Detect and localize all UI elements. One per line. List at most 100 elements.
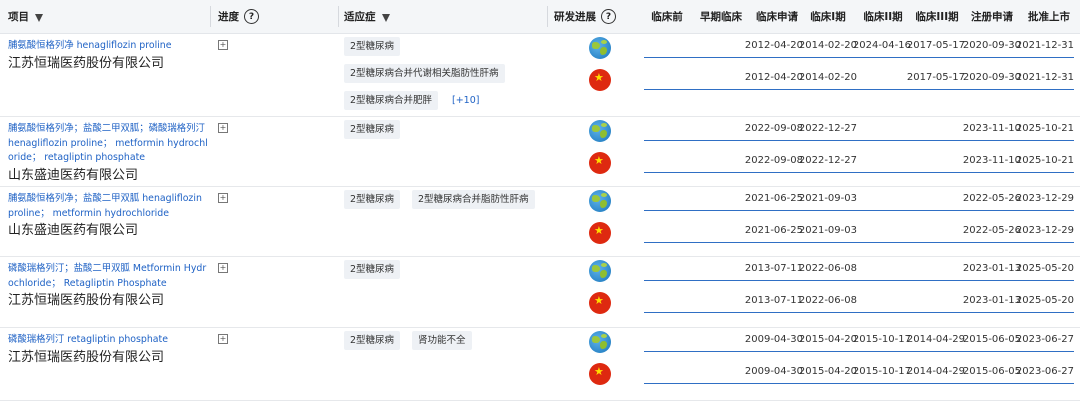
phase-date: 2009-04-30 [744, 334, 803, 345]
phase-date: 2022-12-27 [798, 155, 857, 166]
indication-tag[interactable]: 2型糖尿病 [344, 331, 401, 350]
phase-date: 2021-09-03 [798, 193, 857, 204]
phase-date: 2017-05-17 [906, 72, 965, 83]
phase-date: 2021-06-25 [744, 225, 803, 236]
column-divider[interactable] [210, 6, 211, 27]
china-flag-icon: ★ [589, 69, 611, 91]
project-cell: 磷酸瑞格列汀；盐酸二甲双胍 Metformin Hydrochloride； R… [8, 262, 208, 309]
phase-date: 2015-10-17 [852, 334, 911, 345]
progress-timeline: 2021-06-25 2021-09-03 2022-05-26 2023-12-29 [640, 221, 1080, 243]
project-cell: 脯氨酸恒格列净；盐酸二甲双胍；磷酸瑞格列汀 henagliflozin prol… [8, 122, 208, 184]
phase-date: 2022-06-08 [798, 263, 857, 274]
indication-tag[interactable]: 2型糖尿病合并脂肪性肝病 [412, 190, 535, 209]
progress-timeline: 2022-09-08 2022-12-27 2023-11-10 2025-10-21 [640, 151, 1080, 173]
globe-icon [589, 37, 611, 59]
star-icon: ★ [594, 154, 604, 167]
project-cell: 脯氨酸恒格列净 henagliflozin proline 江苏恒瑞医药股份有限公… [8, 39, 208, 72]
drug-link[interactable]: 脯氨酸恒格列净；盐酸二甲双胍；磷酸瑞格列汀 henagliflozin prol… [8, 122, 208, 166]
phase-date: 2021-12-31 [1015, 40, 1074, 51]
project-cell: 脯氨酸恒格列净；盐酸二甲双胍 henagliflozin proline； me… [8, 192, 208, 239]
drug-link[interactable]: 磷酸瑞格列汀 retagliptin phosphate [8, 333, 208, 348]
indication-tag[interactable]: 2型糖尿病合并肥胖 [344, 91, 439, 110]
china-flag-icon: ★ [589, 222, 611, 244]
header-progress-label: 进度 [218, 11, 239, 23]
indication-tag[interactable]: 2型糖尿病合并代谢相关脂肪性肝病 [344, 64, 505, 83]
indication-tag[interactable]: 2型糖尿病 [344, 37, 401, 56]
help-icon[interactable]: ? [244, 9, 259, 24]
filter-icon[interactable] [381, 13, 390, 22]
china-flag-icon: ★ [589, 363, 611, 385]
indication-tag[interactable]: 2型糖尿病 [344, 120, 401, 139]
header-phase: 临床II期 [863, 11, 903, 23]
globe-icon [589, 331, 611, 353]
progress-timeline: 2012-04-20 2014-02-20 2017-05-17 2020-09-30… [640, 68, 1080, 90]
expand-icon[interactable]: + [218, 123, 228, 133]
phase-date: 2023-06-27 [1015, 366, 1074, 377]
header-phase: 临床III期 [915, 11, 959, 23]
column-divider[interactable] [338, 6, 339, 27]
progress-timeline: 2013-07-11 2022-06-08 2023-01-13 2025-05-20 [640, 291, 1080, 313]
header-phase: 临床I期 [810, 11, 846, 23]
phase-date: 2025-05-20 [1015, 295, 1074, 306]
expand-icon[interactable]: + [218, 263, 228, 273]
header-phase: 早期临床 [700, 11, 742, 23]
company-name: 江苏恒瑞医药股份有限公司 [8, 55, 165, 71]
phase-date: 2025-10-21 [1015, 155, 1074, 166]
phase-date: 2014-04-29 [906, 366, 965, 377]
phase-date: 2024-04-16 [852, 40, 911, 51]
filter-icon[interactable] [35, 13, 43, 22]
indication-tag[interactable]: 2型糖尿病 [344, 190, 401, 209]
column-divider[interactable] [547, 6, 548, 27]
header-phase: 批准上市 [1028, 11, 1070, 23]
indication-tag[interactable]: 肾功能不全 [412, 331, 472, 350]
phase-date: 2021-06-25 [744, 193, 803, 204]
header-phase: 临床前 [651, 11, 683, 23]
progress-timeline: 2021-06-25 2021-09-03 2022-05-26 2023-12-29 [640, 189, 1080, 211]
phase-date: 2009-04-30 [744, 366, 803, 377]
star-icon: ★ [594, 365, 604, 378]
header-progress: 进度 ? [218, 0, 259, 33]
company-name: 江苏恒瑞医药股份有限公司 [8, 349, 165, 365]
table-row: 脯氨酸恒格列净；盐酸二甲双胍；磷酸瑞格列汀 henagliflozin prol… [0, 116, 1080, 187]
phase-date: 2025-05-20 [1015, 263, 1074, 274]
header-indication-label: 适应症 [344, 11, 376, 23]
phase-date: 2014-04-29 [906, 334, 965, 345]
phase-date: 2013-07-11 [744, 295, 803, 306]
star-icon: ★ [594, 224, 604, 237]
table-row: 脯氨酸恒格列净；盐酸二甲双胍 henagliflozin proline； me… [0, 186, 1080, 257]
header-project[interactable]: 项目 [8, 0, 43, 33]
more-indications-link[interactable]: [+10] [452, 91, 479, 110]
progress-timeline: 2009-04-30 2015-04-20 2015-10-17 2014-04-29… [640, 362, 1080, 384]
expand-icon[interactable]: + [218, 193, 228, 203]
company-name: 江苏恒瑞医药股份有限公司 [8, 293, 165, 308]
progress-timeline: 2013-07-11 2022-06-08 2023-01-13 2025-05-20 [640, 259, 1080, 281]
phase-date: 2012-04-20 [744, 40, 803, 51]
drug-link[interactable]: 脯氨酸恒格列净；盐酸二甲双胍 henagliflozin proline； me… [8, 192, 208, 221]
phase-date: 2023-06-27 [1015, 334, 1074, 345]
phase-date: 2025-10-21 [1015, 123, 1074, 134]
expand-icon[interactable]: + [218, 334, 228, 344]
phase-date: 2014-02-20 [798, 40, 857, 51]
globe-icon [589, 260, 611, 282]
phase-date: 2022-06-08 [798, 295, 857, 306]
drug-link[interactable]: 脯氨酸恒格列净 henagliflozin proline [8, 39, 208, 54]
progress-timeline: 2012-04-20 2014-02-20 2024-04-16 2017-05-17… [640, 36, 1080, 58]
help-icon[interactable]: ? [601, 9, 616, 24]
company-name: 山东盛迪医药有限公司 [8, 223, 139, 238]
phase-date: 2023-12-29 [1015, 225, 1074, 236]
phase-date: 2013-07-11 [744, 263, 803, 274]
expand-icon[interactable]: + [218, 40, 228, 50]
indication-tag[interactable]: 2型糖尿病 [344, 260, 401, 279]
phase-date: 2017-05-17 [906, 40, 965, 51]
progress-timeline: 2009-04-30 2015-04-20 2015-10-17 2014-04-29… [640, 330, 1080, 352]
phase-date: 2023-12-29 [1015, 193, 1074, 204]
header-project-label: 项目 [8, 11, 29, 23]
header-rd-progress-label: 研发进展 [554, 11, 596, 23]
project-cell: 磷酸瑞格列汀 retagliptin phosphate 江苏恒瑞医药股份有限公司 [8, 333, 208, 366]
header-indication[interactable]: 适应症 [344, 0, 390, 33]
table-row: 磷酸瑞格列汀；盐酸二甲双胍 Metformin Hydrochloride； R… [0, 256, 1080, 328]
drug-link[interactable]: 磷酸瑞格列汀；盐酸二甲双胍 Metformin Hydrochloride； R… [8, 262, 208, 291]
phase-date: 2022-09-08 [744, 155, 803, 166]
table-row: 脯氨酸恒格列净 henagliflozin proline 江苏恒瑞医药股份有限公… [0, 33, 1080, 117]
header-phase: 临床申请 [756, 11, 798, 23]
